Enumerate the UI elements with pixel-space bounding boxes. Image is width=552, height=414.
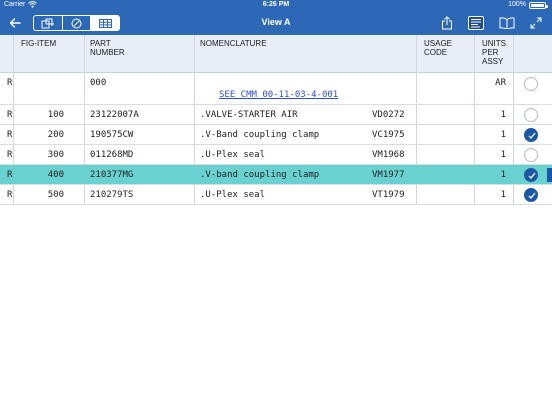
- header-part-line-1: PART: [90, 39, 111, 48]
- units-cell: 1: [500, 150, 506, 160]
- table-header: FIG-ITEM PART NUMBER NOMENCLATURE USAGE …: [0, 35, 552, 73]
- header-part-number: PART NUMBER: [90, 39, 125, 57]
- status-bar: Carrier 6:26 PM 100%: [0, 0, 552, 11]
- units-cell: 1: [500, 190, 506, 200]
- expand-icon[interactable]: [527, 15, 545, 31]
- list-view-icon[interactable]: [467, 15, 485, 31]
- clock: 6:26 PM: [262, 1, 290, 8]
- table-row[interactable]: R 100 23122007A .VALVE-STARTER AIR VD027…: [0, 105, 552, 125]
- book-icon[interactable]: [498, 15, 516, 31]
- vendor-code-cell: VC1975: [372, 130, 405, 140]
- part-number-cell: 210377MG: [90, 170, 134, 180]
- row-flag: R: [7, 190, 13, 200]
- battery-percent: 100%: [508, 1, 526, 8]
- units-cell: AR: [495, 78, 506, 88]
- checkmark-icon: [528, 132, 536, 139]
- row-flag: R: [7, 150, 13, 160]
- header-units-line-3: ASSY: [482, 57, 504, 66]
- checkmark-icon: [528, 172, 536, 179]
- row-flag: R: [7, 78, 13, 88]
- header-units-per-assy: UNITS PER ASSY: [482, 39, 506, 66]
- row-checkbox[interactable]: [524, 77, 538, 91]
- nomenclature-cell: .V-Band coupling clamp: [200, 130, 320, 140]
- row-flag: R: [7, 110, 13, 120]
- vendor-code-cell: VT1979: [372, 190, 405, 200]
- checkmark-icon: [528, 192, 536, 199]
- table-row[interactable]: R 300 011268MD .U-Plex seal VM1968 1: [0, 145, 552, 165]
- units-cell: 1: [500, 170, 506, 180]
- table-row[interactable]: R 200 190575CW .V-Band coupling clamp VC…: [0, 125, 552, 145]
- fig-item-cell: 300: [47, 150, 64, 160]
- header-fig-item: FIG-ITEM: [21, 39, 57, 48]
- navigation-bar: View A: [0, 11, 552, 35]
- fig-item-cell: 400: [47, 170, 64, 180]
- units-cell: 1: [500, 130, 506, 140]
- part-number-cell: 23122007A: [90, 110, 139, 120]
- row-checkbox[interactable]: [524, 108, 538, 122]
- selection-marker: [547, 168, 552, 182]
- nomenclature-cell: .U-Plex seal: [200, 190, 266, 200]
- cmm-reference-link[interactable]: SEE CMM 00-11-03-4-001: [219, 90, 338, 100]
- fig-item-cell: 200: [47, 130, 64, 140]
- header-usage-code: USAGE CODE: [424, 39, 452, 57]
- part-number-cell: 190575CW: [90, 130, 134, 140]
- part-number-cell: 210279TS: [90, 190, 134, 200]
- units-cell: 1: [500, 110, 506, 120]
- nomenclature-cell: .U-Plex seal: [200, 150, 266, 160]
- header-units-line-1: UNITS: [482, 39, 506, 48]
- header-usage-line-1: USAGE: [424, 39, 453, 48]
- row-checkbox[interactable]: [524, 128, 538, 142]
- vendor-code-cell: VM1968: [372, 150, 405, 160]
- row-checkbox[interactable]: [524, 148, 538, 162]
- nomenclature-cell: .VALVE-STARTER AIR: [200, 110, 298, 120]
- vendor-code-cell: VM1977: [372, 170, 405, 180]
- parts-table: FIG-ITEM PART NUMBER NOMENCLATURE USAGE …: [0, 35, 552, 414]
- row-flag: R: [7, 130, 13, 140]
- table-row[interactable]: R 500 210279TS .U-Plex seal VT1979 1: [0, 185, 552, 205]
- table-row-selected[interactable]: R 400 210377MG .V-band coupling clamp VM…: [0, 165, 552, 185]
- row-checkbox[interactable]: [524, 188, 538, 202]
- part-number-cell: 000: [90, 78, 107, 88]
- nomenclature-cell: .V-band coupling clamp: [200, 170, 320, 180]
- part-number-cell: 011268MD: [90, 150, 134, 160]
- header-nomenclature: NOMENCLATURE: [200, 39, 267, 48]
- header-units-line-2: PER: [482, 48, 499, 57]
- header-usage-line-2: CODE: [424, 48, 448, 57]
- row-checkbox[interactable]: [524, 168, 538, 182]
- table-row[interactable]: R 000 AR: [0, 73, 552, 105]
- header-part-line-2: NUMBER: [90, 48, 125, 57]
- share-icon[interactable]: [438, 15, 456, 31]
- battery-icon: [529, 2, 548, 9]
- vendor-code-cell: VD0272: [372, 110, 405, 120]
- fig-item-cell: 100: [47, 110, 64, 120]
- row-flag: R: [7, 170, 13, 180]
- fig-item-cell: 500: [47, 190, 64, 200]
